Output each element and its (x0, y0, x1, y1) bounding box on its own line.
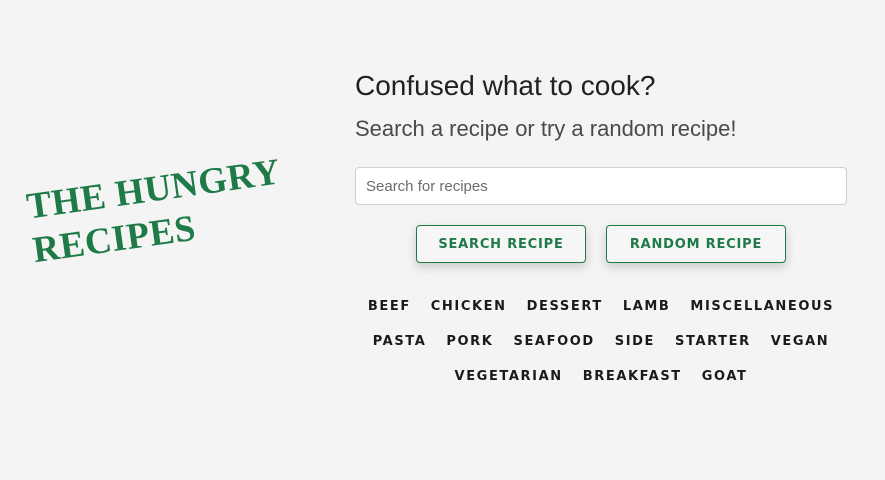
search-recipe-button[interactable]: SEARCH RECIPE (416, 225, 586, 263)
category-pasta[interactable]: PASTA (373, 331, 427, 353)
category-miscellaneous[interactable]: MISCELLANEOUS (690, 296, 834, 318)
category-pork[interactable]: PORK (446, 331, 493, 353)
category-row: BEEF CHICKEN DESSERT LAMB MISCELLANEOUS (368, 296, 834, 318)
category-beef[interactable]: BEEF (368, 296, 411, 318)
category-lamb[interactable]: LAMB (623, 296, 671, 318)
category-side[interactable]: SIDE (615, 331, 655, 353)
category-row: VEGETARIAN BREAKFAST GOAT (455, 366, 748, 388)
search-input[interactable] (355, 167, 847, 205)
page-heading: Confused what to cook? (355, 70, 656, 101)
category-vegan[interactable]: VEGAN (771, 331, 830, 353)
category-dessert[interactable]: DESSERT (527, 296, 603, 318)
category-chicken[interactable]: CHICKEN (431, 296, 507, 318)
category-list: BEEF CHICKEN DESSERT LAMB MISCELLANEOUS … (355, 296, 847, 388)
category-goat[interactable]: GOAT (702, 366, 748, 388)
category-breakfast[interactable]: BREAKFAST (583, 366, 682, 388)
category-vegetarian[interactable]: VEGETARIAN (455, 366, 563, 388)
category-row: PASTA PORK SEAFOOD SIDE STARTER VEGAN (373, 331, 830, 353)
category-starter[interactable]: STARTER (675, 331, 751, 353)
random-recipe-button[interactable]: RANDOM RECIPE (606, 225, 786, 263)
site-logo: THE HUNGRY RECIPES (24, 147, 314, 273)
page-subheading: Search a recipe or try a random recipe! (355, 116, 737, 141)
category-seafood[interactable]: SEAFOOD (513, 331, 594, 353)
